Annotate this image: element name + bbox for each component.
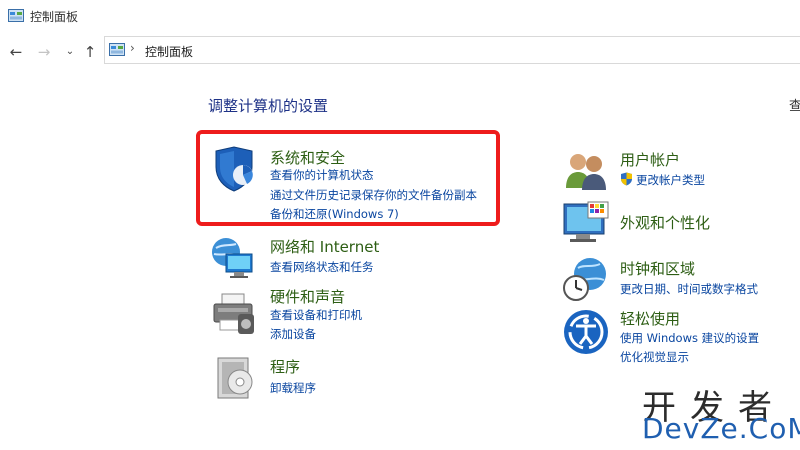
ease-of-access-icon: [564, 310, 608, 354]
appearance-monitor-icon: [563, 201, 609, 242]
category-link[interactable]: 更改帐户类型: [636, 172, 705, 188]
clock-globe-icon: [563, 258, 606, 301]
up-button[interactable]: ↑: [80, 42, 100, 62]
forward-button[interactable]: →: [34, 42, 54, 62]
category-title[interactable]: 时钟和区域: [620, 258, 695, 279]
category-title[interactable]: 轻松使用: [620, 308, 680, 329]
back-button[interactable]: ←: [6, 42, 26, 62]
network-globe-icon: [212, 238, 253, 278]
recent-locations-button[interactable]: ⌄: [60, 42, 80, 62]
view-by-label[interactable]: 查: [789, 95, 800, 114]
back-arrow-icon: ←: [9, 43, 23, 61]
address-bar[interactable]: › 控制面板: [104, 36, 800, 64]
control-panel-icon: [109, 43, 125, 56]
category-title[interactable]: 网络和 Internet: [270, 236, 379, 257]
category-link[interactable]: 卸载程序: [270, 380, 316, 396]
category-title[interactable]: 用户帐户: [620, 149, 680, 170]
category-title[interactable]: 硬件和声音: [270, 286, 345, 307]
users-icon: [566, 154, 606, 190]
navigation-bar: ← → ⌄ ↑ › 控制面板: [0, 32, 800, 72]
category-link[interactable]: 优化视觉显示: [620, 349, 689, 365]
category-title[interactable]: 程序: [270, 356, 300, 377]
page-title: 调整计算机的设置: [208, 97, 329, 115]
up-arrow-icon: ↑: [83, 43, 97, 61]
forward-arrow-icon: →: [37, 43, 51, 61]
category-link[interactable]: 查看设备和打印机: [270, 307, 362, 323]
highlight-box: [196, 130, 500, 226]
window-title: 控制面板: [30, 10, 79, 24]
category-link[interactable]: 添加设备: [270, 326, 316, 342]
uac-shield-icon: [621, 172, 632, 186]
breadcrumb-separator-icon[interactable]: ›: [130, 41, 135, 55]
printer-icon: [213, 293, 254, 334]
category-link[interactable]: 更改日期、时间或数字格式: [620, 281, 758, 297]
category-link[interactable]: 使用 Windows 建议的设置: [620, 330, 759, 346]
chevron-down-icon: ⌄: [65, 46, 75, 57]
control-panel-icon: [8, 9, 24, 22]
breadcrumb[interactable]: 控制面板: [145, 43, 193, 60]
category-link[interactable]: 查看网络状态和任务: [270, 259, 374, 275]
category-title[interactable]: 外观和个性化: [620, 212, 710, 233]
watermark-url: DevZe.CoM: [642, 412, 800, 445]
programs-disc-icon: [217, 357, 253, 399]
title-bar: 控制面板: [0, 0, 800, 32]
